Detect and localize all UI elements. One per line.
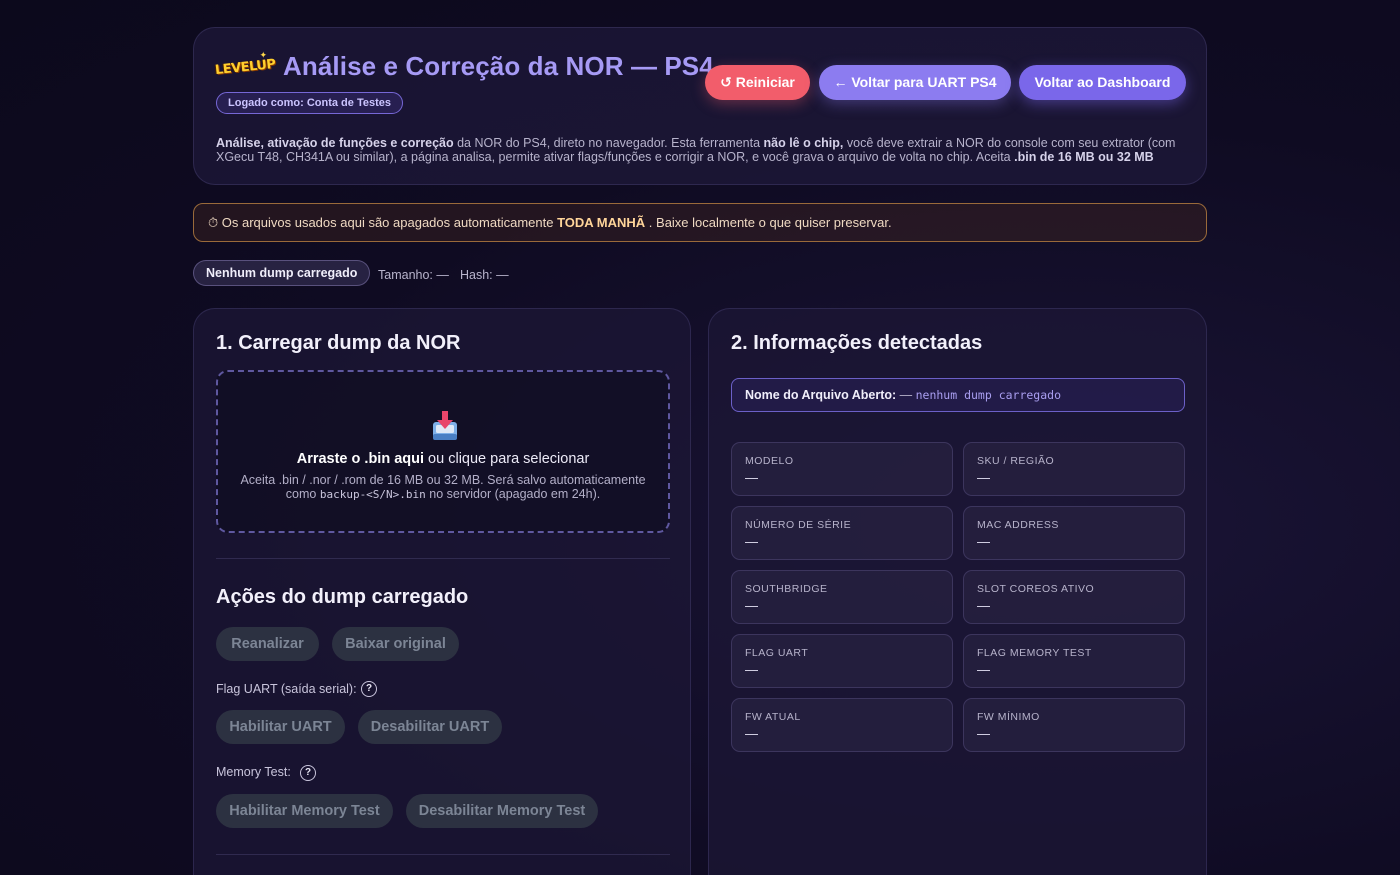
header-card: LEVELUP ✦ Análise e Correção da NOR — PS… <box>193 27 1207 185</box>
file-dropzone[interactable]: Arraste o .bin aqui ou clique para selec… <box>216 370 670 533</box>
dropzone-hint: Aceita .bin / .nor / .rom de 16 MB ou 32… <box>240 473 646 501</box>
dump-status-badge: Nenhum dump carregado <box>193 260 371 286</box>
memory-test-label: Memory Test: <box>216 765 291 779</box>
stopwatch-icon: ⏱ <box>208 215 219 230</box>
restart-button[interactable]: ↺ Reiniciar <box>705 65 810 100</box>
info-field-current-fw: FW ATUAL — <box>731 698 953 752</box>
reanalyze-button[interactable]: Reanalizar <box>216 627 319 661</box>
download-tray-icon <box>433 411 457 440</box>
download-original-button[interactable]: Baixar original <box>332 627 459 661</box>
info-field-serial-number: NÚMERO DE SÉRIE — <box>731 506 953 560</box>
uart-flag-label: Flag UART (saída serial): <box>216 682 357 696</box>
enable-memory-test-button[interactable]: Habilitar Memory Test <box>216 794 393 828</box>
info-field-southbridge: SOUTHBRIDGE — <box>731 570 953 624</box>
divider <box>216 558 670 559</box>
disable-memory-test-button[interactable]: Desabilitar Memory Test <box>406 794 598 828</box>
hash-readout: Hash: — <box>460 268 509 282</box>
enable-uart-button[interactable]: Habilitar UART <box>216 710 345 744</box>
open-filename-box: Nome do Arquivo Aberto: — nenhum dump ca… <box>731 378 1185 412</box>
sparkle-icon: ✦ <box>259 50 267 60</box>
uart-help-icon[interactable]: ? <box>361 681 377 697</box>
logged-in-badge: Logado como: Conta de Testes <box>216 92 403 114</box>
info-field-sku-region: SKU / REGIÃO — <box>963 442 1185 496</box>
actions-title: Ações do dump carregado <box>216 586 469 608</box>
memory-test-help-icon[interactable]: ? <box>300 765 316 781</box>
info-field-minimum-fw: FW MÍNIMO — <box>963 698 1185 752</box>
page-title: Análise e Correção da NOR — PS4 <box>283 51 714 81</box>
info-panel: 2. Informações detectadas Nome do Arquiv… <box>708 308 1207 875</box>
size-readout: Tamanho: — <box>378 268 449 282</box>
back-to-uart-button[interactable]: ← Voltar para UART PS4 <box>819 65 1011 100</box>
info-field-model: MODELO — <box>731 442 953 496</box>
info-field-memory-test-flag: FLAG MEMORY TEST — <box>963 634 1185 688</box>
info-field-uart-flag: FLAG UART — <box>731 634 953 688</box>
info-field-coreos-slot: SLOT COREOS ATIVO — <box>963 570 1185 624</box>
intro-text: Análise, ativação de funções e correção … <box>216 136 1176 164</box>
disable-uart-button[interactable]: Desabilitar UART <box>358 710 502 744</box>
levelup-logo[interactable]: LEVELUP ✦ <box>214 50 276 81</box>
upload-panel: 1. Carregar dump da NOR Arraste o .bin a… <box>193 308 691 875</box>
upload-panel-title: 1. Carregar dump da NOR <box>216 332 461 354</box>
back-to-dashboard-button[interactable]: Voltar ao Dashboard <box>1019 65 1186 100</box>
info-field-mac-address: MAC ADDRESS — <box>963 506 1185 560</box>
dropzone-instruction: Arraste o .bin aqui ou clique para selec… <box>296 451 590 467</box>
info-panel-title: 2. Informações detectadas <box>731 332 983 354</box>
auto-delete-warning: ⏱ Os arquivos usados aqui são apagados a… <box>193 203 1207 242</box>
divider <box>216 854 670 855</box>
